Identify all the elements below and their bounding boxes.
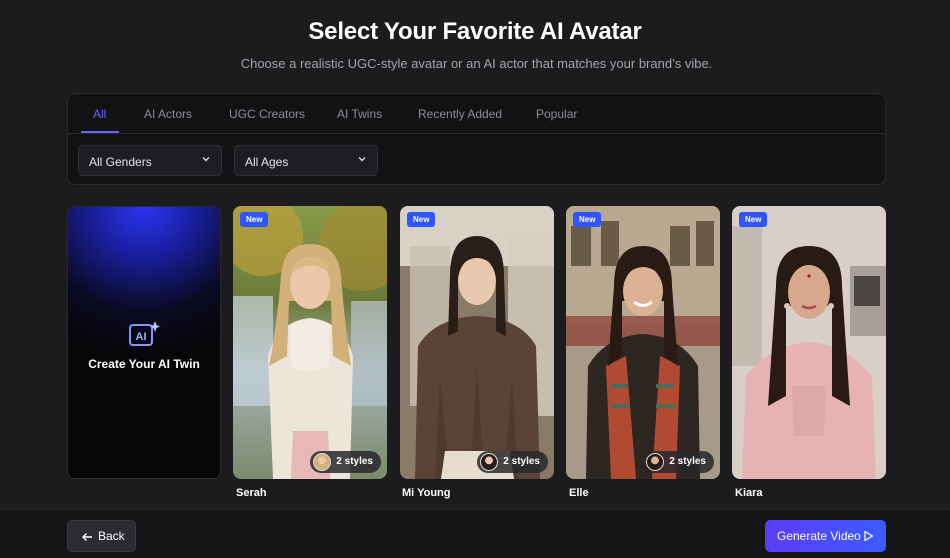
tab-recently-added[interactable]: Recently Added <box>418 107 502 121</box>
create-ai-twin-label: Create Your AI Twin <box>88 357 200 371</box>
page-subtitle: Choose a realistic UGC-style avatar or a… <box>240 56 713 71</box>
style-thumbnail <box>313 453 332 471</box>
avatar-portrait-image <box>400 206 554 479</box>
back-button[interactable]: Back <box>67 520 136 552</box>
tab-all[interactable]: All <box>93 107 106 121</box>
avatar-name: Kiara <box>735 487 763 499</box>
new-badge: New <box>573 212 602 227</box>
new-badge: New <box>240 212 269 227</box>
arrow-left-icon <box>82 533 92 541</box>
style-thumbnail <box>646 453 665 471</box>
age-select[interactable]: All Ages <box>234 145 378 176</box>
avatar-name: Elle <box>569 487 589 499</box>
new-badge: New <box>739 212 768 227</box>
tab-ai-actors[interactable]: AI Actors <box>144 107 192 121</box>
filter-panel: All AI Actors UGC Creators AI Twins Rece… <box>67 93 886 185</box>
new-badge: New <box>407 212 436 227</box>
tab-ugc-creators[interactable]: UGC Creators <box>229 107 305 121</box>
play-icon <box>864 530 874 542</box>
styles-pill[interactable]: 2 styles <box>477 451 548 473</box>
styles-count: 2 styles <box>669 456 706 467</box>
generate-video-label: Generate Video <box>777 529 861 543</box>
avatar-name: Mi Young <box>402 487 451 499</box>
avatar-portrait-image <box>566 206 720 479</box>
back-button-label: Back <box>98 529 125 543</box>
svg-text:AI: AI <box>136 331 147 343</box>
active-tab-indicator <box>81 131 119 133</box>
avatar-card-elle[interactable]: New 2 styles <box>566 206 720 479</box>
avatar-card-kiara[interactable]: New <box>732 206 886 479</box>
ai-sparkle-icon: AI <box>129 321 160 346</box>
avatar-card-mi-young[interactable]: New 2 styles <box>400 206 554 479</box>
footer-bar: Back Generate Video <box>0 509 950 558</box>
avatar-name: Serah <box>236 487 267 499</box>
style-thumbnail <box>480 453 499 471</box>
tab-ai-twins[interactable]: AI Twins <box>337 107 382 121</box>
chevron-down-icon <box>358 157 366 162</box>
generate-video-button[interactable]: Generate Video <box>765 520 886 552</box>
gender-select[interactable]: All Genders <box>78 145 222 176</box>
chevron-down-icon <box>202 157 210 162</box>
styles-count: 2 styles <box>336 456 373 467</box>
create-ai-twin-card[interactable]: AI Create Your AI Twin <box>67 206 221 479</box>
avatar-portrait-image <box>732 206 886 479</box>
avatar-card-serah[interactable]: New 2 styles <box>233 206 387 479</box>
styles-pill[interactable]: 2 styles <box>643 451 714 473</box>
styles-pill[interactable]: 2 styles <box>310 451 381 473</box>
styles-count: 2 styles <box>503 456 540 467</box>
tab-bar: All AI Actors UGC Creators AI Twins Rece… <box>68 94 885 134</box>
avatar-portrait-image <box>233 206 387 479</box>
gender-select-value: All Genders <box>89 155 152 169</box>
tab-popular[interactable]: Popular <box>536 107 577 121</box>
age-select-value: All Ages <box>245 155 289 169</box>
page-title: Select Your Favorite AI Avatar <box>308 18 642 45</box>
